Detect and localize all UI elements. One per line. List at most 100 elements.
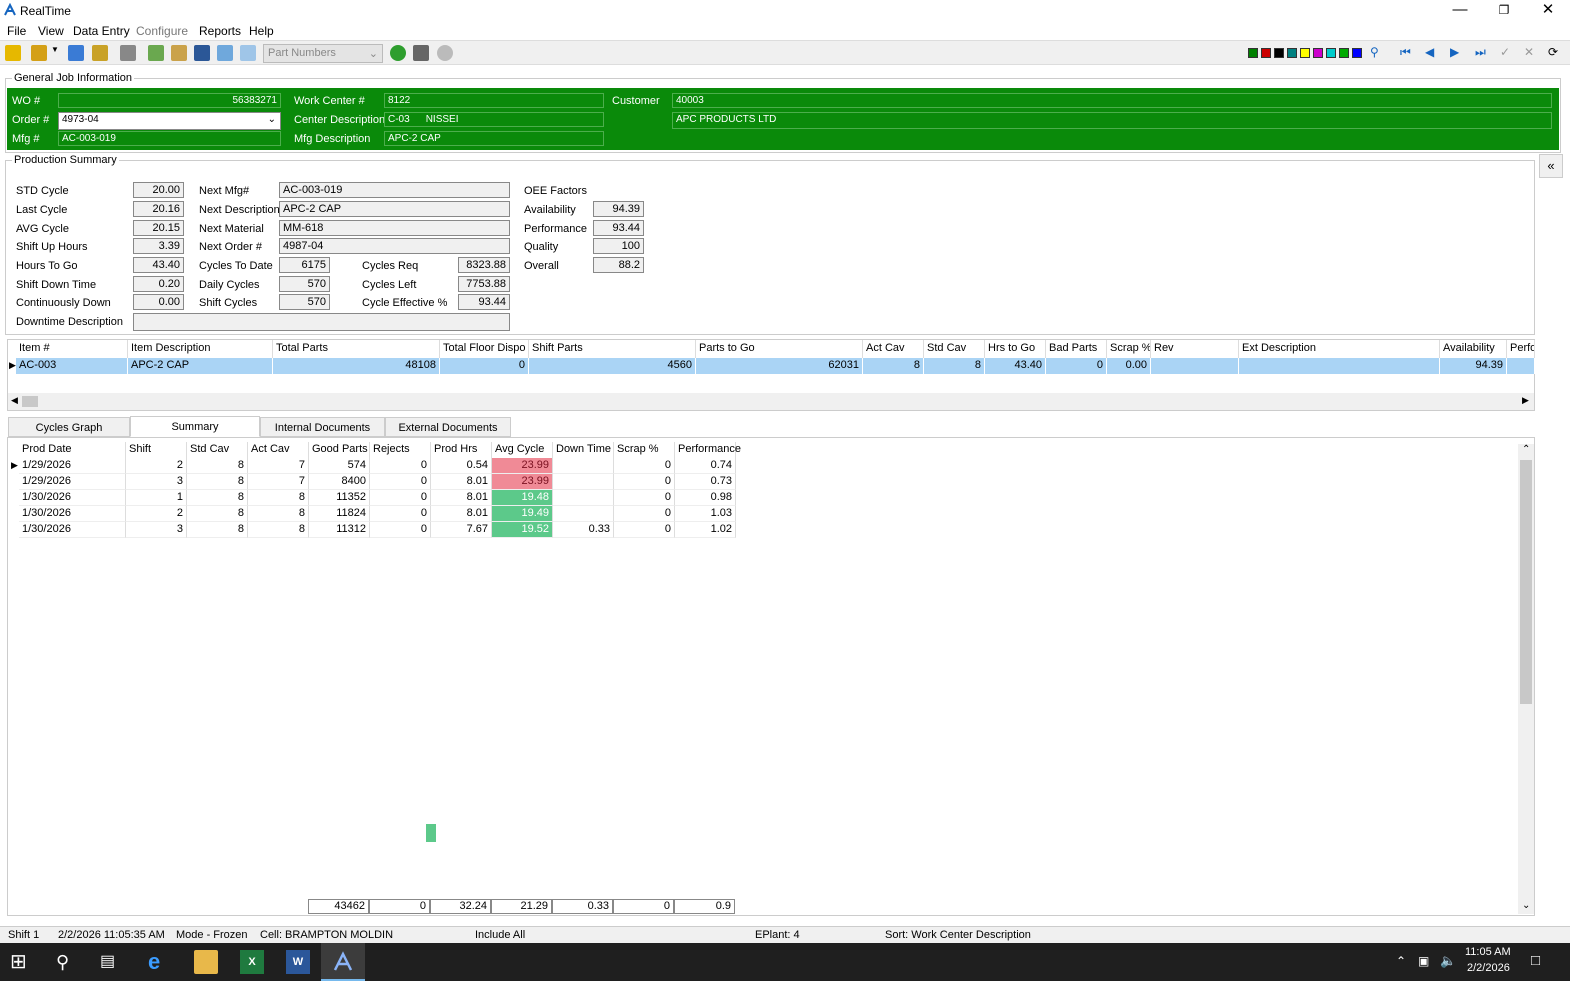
prev-record-icon[interactable]: ◀	[1425, 45, 1434, 59]
col-rejects[interactable]: Rejects	[370, 442, 431, 458]
part-numbers-combo[interactable]: Part Numbers ⌄	[263, 44, 383, 63]
go-icon[interactable]	[390, 45, 406, 61]
summary-cell-std-cav[interactable]: 8	[187, 490, 248, 506]
summary-cell-down-time[interactable]	[553, 458, 614, 474]
scroll-thumb[interactable]	[22, 396, 38, 407]
summary-cell-good-parts[interactable]: 8400	[309, 474, 370, 490]
summary-cell-scrap[interactable]: 0	[614, 522, 675, 538]
scroll-up-icon[interactable]: ⌃	[1522, 444, 1530, 455]
col-scrap[interactable]: Scrap %	[1107, 340, 1151, 358]
col-down-time[interactable]: Down Time	[553, 442, 614, 458]
summary-cell-down-time[interactable]	[553, 474, 614, 490]
summary-cell-prod-date[interactable]: 1/30/2026	[19, 490, 126, 506]
mfg-description-field[interactable]: APC-2 CAP	[384, 131, 604, 146]
ext-desc-cell[interactable]	[1239, 358, 1440, 374]
word-icon[interactable]: W	[286, 950, 310, 974]
col-total-floor-dispo[interactable]: Total Floor Dispo	[440, 340, 529, 358]
item-cell[interactable]: AC-003	[16, 358, 128, 374]
col-std-cav[interactable]: Std Cav	[187, 442, 248, 458]
total-parts-cell[interactable]: 48108	[273, 358, 440, 374]
summary-cell-prod-hrs[interactable]: 0.54	[431, 458, 492, 474]
swatch-magenta[interactable]	[1313, 48, 1323, 58]
order-select[interactable]: 4973-04 ⌄	[58, 112, 281, 130]
summary-cell-performance[interactable]: 0.73	[675, 474, 736, 490]
summary-cell-act-cav[interactable]: 8	[248, 522, 309, 538]
col-bad-parts[interactable]: Bad Parts	[1046, 340, 1107, 358]
cancel-icon[interactable]: ✕	[1524, 45, 1534, 59]
bad-parts-cell[interactable]: 0	[1046, 358, 1107, 374]
summary-cell-shift[interactable]: 3	[126, 522, 187, 538]
col-good-parts[interactable]: Good Parts	[309, 442, 370, 458]
work-center-field[interactable]: 8122	[384, 93, 604, 108]
clock-time[interactable]: 11:05 AM	[1465, 946, 1511, 958]
clock-date[interactable]: 2/2/2026	[1467, 962, 1510, 974]
col-shift-parts[interactable]: Shift Parts	[529, 340, 696, 358]
summary-cell-prod-date[interactable]: 1/30/2026	[19, 522, 126, 538]
refresh-icon[interactable]	[437, 45, 453, 61]
summary-cell-act-cav[interactable]: 8	[248, 490, 309, 506]
volume-icon[interactable]: 🔈	[1440, 953, 1456, 969]
performance-cell[interactable]	[1507, 358, 1535, 374]
summary-cell-prod-date[interactable]: 1/29/2026	[19, 458, 126, 474]
scroll-right-icon[interactable]: ▶	[1522, 395, 1529, 406]
folder-icon[interactable]	[171, 45, 187, 61]
scrap-cell[interactable]: 0.00	[1107, 358, 1151, 374]
swatch-green[interactable]	[1248, 48, 1258, 58]
open-icon[interactable]	[31, 45, 47, 61]
save-icon[interactable]	[68, 45, 84, 61]
floor-dispo-cell[interactable]: 0	[440, 358, 529, 374]
rev-cell[interactable]	[1151, 358, 1239, 374]
next-record-icon[interactable]: ▶	[1450, 45, 1459, 59]
col-avg-cycle[interactable]: Avg Cycle	[492, 442, 553, 458]
col-std-cav[interactable]: Std Cav	[924, 340, 985, 358]
find-icon[interactable]: ⚲	[1370, 45, 1379, 59]
summary-cell-avg-cycle[interactable]: 19.48	[492, 490, 553, 506]
summary-cell-shift[interactable]: 1	[126, 490, 187, 506]
tree-icon[interactable]	[413, 45, 429, 61]
summary-cell-std-cav[interactable]: 8	[187, 458, 248, 474]
scroll-left-icon[interactable]: ◀	[11, 395, 18, 406]
summary-cell-shift[interactable]: 3	[126, 474, 187, 490]
summary-cell-avg-cycle[interactable]: 19.52	[492, 522, 553, 538]
col-performance[interactable]: Perfo	[1507, 340, 1535, 358]
scroll-down-icon[interactable]: ⌄	[1522, 900, 1530, 911]
edge-icon[interactable]: e	[148, 950, 172, 974]
restore-button[interactable]: ❐	[1482, 0, 1526, 22]
summary-cell-scrap[interactable]: 0	[614, 458, 675, 474]
menu-reports[interactable]: Reports	[199, 24, 241, 38]
collapse-panel-button[interactable]: «	[1539, 154, 1563, 178]
tab-external-documents[interactable]: External Documents	[385, 417, 511, 437]
tab-cycles-graph[interactable]: Cycles Graph	[8, 417, 130, 437]
summary-cell-prod-date[interactable]: 1/30/2026	[19, 506, 126, 522]
col-shift[interactable]: Shift	[126, 442, 187, 458]
menu-file[interactable]: File	[7, 24, 26, 38]
summary-cell-act-cav[interactable]: 7	[248, 474, 309, 490]
summary-cell-scrap[interactable]: 0	[614, 506, 675, 522]
tray-chevron-icon[interactable]: ⌃	[1396, 954, 1406, 968]
col-prod-date[interactable]: Prod Date	[19, 442, 126, 458]
summary-cell-good-parts[interactable]: 11312	[309, 522, 370, 538]
scroll-thumb[interactable]	[1520, 460, 1532, 704]
print-icon[interactable]	[120, 45, 136, 61]
form-icon[interactable]	[217, 45, 233, 61]
summary-cell-act-cav[interactable]: 7	[248, 458, 309, 474]
customer-name-field[interactable]: APC PRODUCTS LTD	[672, 112, 1552, 129]
summary-cell-avg-cycle[interactable]: 23.99	[492, 458, 553, 474]
col-item[interactable]: Item #	[16, 340, 128, 358]
summary-cell-act-cav[interactable]: 8	[248, 506, 309, 522]
network-icon[interactable]: ▣	[1418, 954, 1429, 968]
summary-cell-scrap[interactable]: 0	[614, 474, 675, 490]
summary-cell-std-cav[interactable]: 8	[187, 522, 248, 538]
std-cav-cell[interactable]: 8	[924, 358, 985, 374]
swatch-black[interactable]	[1274, 48, 1284, 58]
summary-cell-performance[interactable]: 0.98	[675, 490, 736, 506]
minimize-button[interactable]: —	[1438, 0, 1482, 22]
realtime-taskbar-button[interactable]	[321, 943, 365, 981]
summary-cell-rejects[interactable]: 0	[370, 474, 431, 490]
col-parts-to-go[interactable]: Parts to Go	[696, 340, 863, 358]
chevron-down-icon[interactable]: ⌄	[268, 114, 276, 125]
monitor-icon[interactable]	[194, 45, 210, 61]
summary-cell-std-cav[interactable]: 8	[187, 474, 248, 490]
summary-cell-rejects[interactable]: 0	[370, 490, 431, 506]
summary-cell-performance[interactable]: 1.02	[675, 522, 736, 538]
